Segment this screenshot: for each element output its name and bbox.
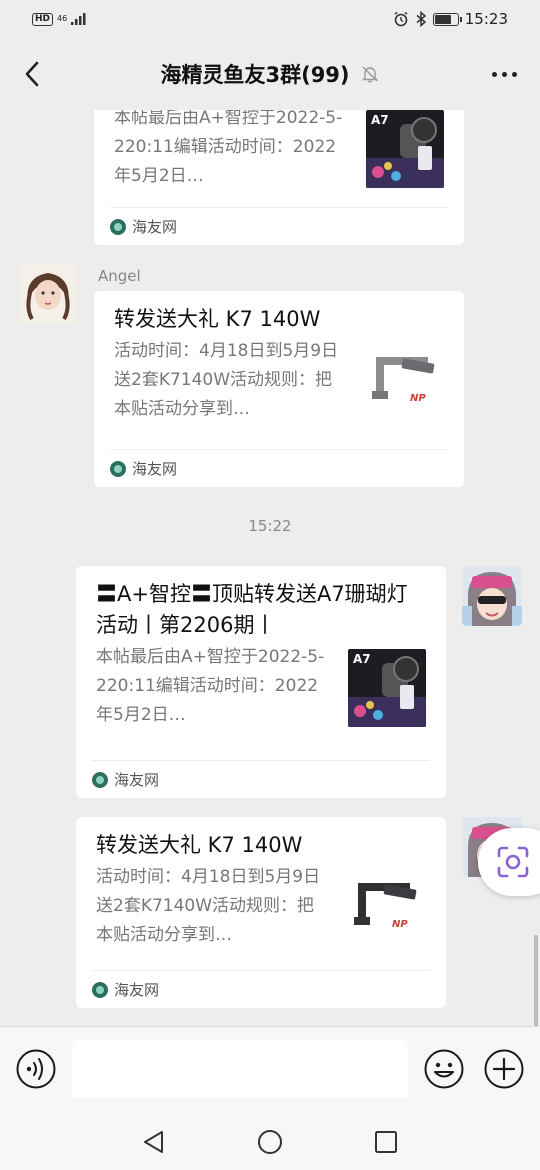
site-logo-icon	[110, 460, 126, 477]
status-bar: HD 46 15:23	[0, 0, 540, 38]
title-group: 海精灵鱼友3群(99)	[160, 59, 379, 89]
more-dot	[511, 71, 517, 77]
chat-header: 海精灵鱼友3群(99)	[0, 38, 540, 110]
card-description: 活动时间：4月18日到5月9日送2套K7140W活动规则：把本贴活动分享到…	[114, 341, 339, 419]
card-title: 〓A+智控〓顶贴转发送A7珊瑚灯活动丨第2206期丨	[96, 582, 408, 637]
plus-circle-icon	[484, 1049, 524, 1089]
card-source: 海友网	[110, 207, 448, 245]
emoji-button[interactable]	[424, 1049, 464, 1089]
nav-home-button[interactable]	[256, 1128, 284, 1156]
input-bar	[0, 1026, 540, 1112]
chevron-left-icon	[25, 61, 39, 87]
link-card-k7-sent[interactable]: 转发送大礼 K7 140W 活动时间：4月18日到5月9日送2套K7140W活动…	[76, 817, 446, 1008]
link-card-a7-sent[interactable]: 〓A+智控〓顶贴转发送A7珊瑚灯活动丨第2206期丨 本帖最后由A+智控于202…	[76, 566, 446, 798]
card-body: 本帖最后由A+智控于2022-5-220:11编辑活动时间：2022年5月2日……	[114, 110, 444, 191]
card-title: 转发送大礼 K7 140W	[96, 833, 303, 857]
link-card-a7-top[interactable]: 本帖最后由A+智控于2022-5-220:11编辑活动时间：2022年5月2日……	[94, 110, 464, 245]
a7-light-thumbnail: A7	[348, 649, 426, 727]
avatar-angel[interactable]	[18, 263, 78, 323]
source-name: 海友网	[132, 460, 178, 478]
scan-floating-button[interactable]	[478, 828, 540, 896]
k7-light-thumbnail: NP	[366, 343, 444, 421]
sender-name: Angel	[98, 267, 141, 285]
site-logo-icon	[110, 218, 126, 235]
link-card-k7-angel[interactable]: 转发送大礼 K7 140W 活动时间：4月18日到5月9日送2套K7140W活动…	[94, 291, 464, 487]
circle-home-icon	[258, 1130, 282, 1154]
card-body: 活动时间：4月18日到5月9日送2套K7140W活动规则：把本贴活动分享到… N…	[96, 863, 426, 950]
more-dot	[501, 71, 507, 77]
k7-light-thumbnail: NP	[348, 869, 426, 947]
system-nav-bar	[0, 1112, 540, 1170]
voice-button[interactable]	[16, 1049, 56, 1089]
nav-recents-button[interactable]	[372, 1128, 400, 1156]
card-body: 活动时间：4月18日到5月9日送2套K7140W活动规则：把本贴活动分享到… N…	[114, 337, 444, 424]
site-logo-icon	[92, 771, 108, 788]
square-recents-icon	[375, 1131, 397, 1153]
a7-light-thumbnail: A7	[366, 110, 444, 188]
message-list[interactable]: 本帖最后由A+智控于2022-5-220:11编辑活动时间：2022年5月2日……	[0, 110, 540, 1026]
chat-title: 海精灵鱼友3群(99)	[160, 63, 350, 87]
np-thumb-label: NP	[392, 919, 408, 930]
network-type: 46	[57, 14, 68, 23]
time-separator: 15:22	[248, 517, 292, 535]
site-logo-icon	[92, 981, 108, 998]
a7-thumb-label: A7	[353, 652, 371, 666]
more-functions-button[interactable]	[484, 1049, 524, 1089]
scan-icon	[497, 846, 529, 878]
status-left: HD 46	[32, 12, 87, 26]
card-description: 本帖最后由A+智控于2022-5-220:11编辑活动时间：2022年5月2日…	[96, 647, 325, 725]
status-right: 15:23	[393, 10, 508, 28]
avatar-self[interactable]	[462, 566, 522, 626]
card-source: 海友网	[92, 970, 430, 1008]
card-body: 本帖最后由A+智控于2022-5-220:11编辑活动时间：2022年5月2日……	[96, 643, 426, 730]
card-title: 转发送大礼 K7 140W	[114, 307, 321, 331]
card-description: 活动时间：4月18日到5月9日送2套K7140W活动规则：把本贴活动分享到…	[96, 867, 321, 945]
source-name: 海友网	[114, 771, 160, 789]
triangle-back-icon	[144, 1131, 163, 1153]
signal-icon	[71, 13, 86, 25]
source-name: 海友网	[132, 218, 178, 236]
voice-icon	[16, 1049, 56, 1089]
battery-icon	[432, 12, 462, 26]
alarm-icon	[394, 11, 408, 27]
more-horizontal-icon	[491, 71, 497, 77]
nav-back-button[interactable]	[140, 1128, 168, 1156]
smile-icon	[424, 1049, 464, 1089]
hd-badge: HD	[32, 12, 54, 26]
card-description: 本帖最后由A+智控于2022-5-220:11编辑活动时间：2022年5月2日…	[114, 110, 343, 186]
message-input[interactable]	[72, 1040, 408, 1098]
back-button[interactable]	[14, 56, 50, 92]
card-source: 海友网	[110, 449, 448, 487]
np-thumb-label: NP	[410, 393, 426, 404]
clock-time: 15:23	[464, 10, 508, 28]
scrollbar[interactable]	[534, 935, 538, 1027]
source-name: 海友网	[114, 981, 160, 999]
bell-off-icon	[361, 66, 378, 83]
a7-thumb-label: A7	[371, 113, 389, 127]
more-options-button[interactable]	[484, 56, 524, 92]
bluetooth-icon	[416, 11, 426, 27]
card-source: 海友网	[92, 760, 430, 798]
